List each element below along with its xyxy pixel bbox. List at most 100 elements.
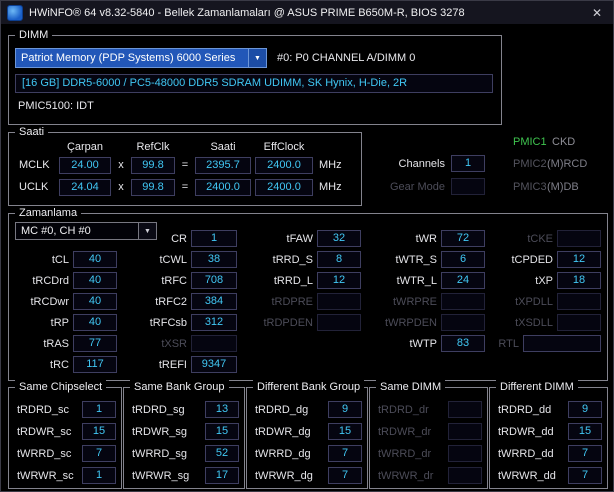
trdrd-sc-label: tRDRD_sc xyxy=(17,403,69,416)
tcpded-value: 12 xyxy=(557,251,601,268)
trdwr-dd-row: tRDWR_dd 15 xyxy=(496,423,602,440)
same-bank-group-rows: tRDRD_sg 13 tRDWR_sg 15 tWRRD_sg 52 tWRWR_s… xyxy=(130,401,239,484)
txsr-value xyxy=(191,335,237,352)
twtr-s-field: tWTR_S 6 xyxy=(369,251,485,268)
twrrd-sc-label: tWRRD_sc xyxy=(17,447,72,460)
twtp-label: tWTP xyxy=(409,337,438,350)
chevron-down-icon[interactable]: ▼ xyxy=(248,49,266,67)
col-header-effclock: EffClock xyxy=(263,140,305,153)
close-button[interactable]: ✕ xyxy=(589,6,605,20)
trdwr-sc-row: tRDWR_sc 15 xyxy=(15,423,116,440)
pmic1-label: PMIC1 xyxy=(513,136,547,148)
gear-mode-value xyxy=(451,178,485,195)
twtr-s-value: 6 xyxy=(441,251,485,268)
twrrd-dr-value xyxy=(448,445,482,462)
twtr-s-label: tWTR_S xyxy=(395,253,437,266)
different-dimm-rows: tRDRD_dd 9 tRDWR_dd 15 tWRRD_dd 7 tWRWR_dd 7 xyxy=(496,401,602,484)
tcwl-label: tCWL xyxy=(159,253,188,266)
trdwr-dr-label: tRDWR_dr xyxy=(378,425,432,438)
twrwr-dg-row: tWRWR_dg 7 xyxy=(253,467,362,484)
txsdll-value xyxy=(557,314,601,331)
twrwr-sc-row: tWRWR_sc 1 xyxy=(15,467,116,484)
rtl-value xyxy=(523,335,601,352)
tcwl-value: 38 xyxy=(191,251,237,268)
tfaw-field: tFAW 32 xyxy=(245,230,361,247)
trfc2-value: 384 xyxy=(191,293,237,310)
trdpre-label: tRDPRE xyxy=(271,295,313,308)
tcke-field: tCKE xyxy=(493,230,601,247)
different-bank-group-rows: tRDRD_dg 9 tRDWR_dg 15 tWRRD_dg 7 tWRWR_dg 7 xyxy=(253,401,362,484)
trc-field: tRC 117 xyxy=(21,356,117,373)
twrwr-dr-value xyxy=(448,467,482,484)
twrwr-dd-label: tWRWR_dd xyxy=(498,469,556,482)
trdwr-dr-row: tRDWR_dr xyxy=(376,423,482,440)
trfc2-field: tRFC2 384 xyxy=(125,293,237,310)
twrpden-value xyxy=(441,314,485,331)
trdpden-value xyxy=(317,314,361,331)
clocks-table: Çarpan RefClk Saati EffClock MCLK 24.00 … xyxy=(19,139,347,198)
uclk-multiplier-value: 24.04 xyxy=(59,178,111,196)
trdrd-dr-value xyxy=(448,401,482,418)
same-dimm-rows: tRDRD_dr tRDWR_dr tWRRD_dr tWRWR_dr xyxy=(376,401,482,484)
tcl-field: tCL 40 xyxy=(21,251,117,268)
twrrd-sc-value: 7 xyxy=(82,445,116,462)
cr-label: CR xyxy=(171,232,187,245)
twrrd-sg-row: tWRRD_sg 52 xyxy=(130,445,239,462)
hwinfo-window: HWiNFO® 64 v8.32-5840 - Bellek Zamanlama… xyxy=(0,0,614,492)
trdwr-dg-label: tRDWR_dg xyxy=(255,425,311,438)
uclk-clock-value: 2400.0 xyxy=(195,178,251,196)
trp-value: 40 xyxy=(73,314,117,331)
tcl-label: tCL xyxy=(51,253,69,266)
trdrd-dd-row: tRDRD_dd 9 xyxy=(496,401,602,418)
trdrd-dr-row: tRDRD_dr xyxy=(376,401,482,418)
trcdrd-label: tRCDrd xyxy=(32,274,69,287)
twrpden-field: tWRPDEN xyxy=(369,314,485,331)
trdwr-dd-label: tRDWR_dd xyxy=(498,425,554,438)
tras-field: tRAS 77 xyxy=(21,335,117,352)
dimm-slot-label: #0: P0 CHANNEL A/DIMM 0 xyxy=(277,52,416,64)
pmic2-label: PMIC2 xyxy=(513,158,547,170)
trcdrd-value: 40 xyxy=(73,272,117,289)
same-chipselect-group: Same Chipselect tRDRD_sc 1 tRDWR_sc 15 tWR… xyxy=(8,380,122,489)
channels-label: Channels xyxy=(398,158,445,170)
timings-group: Zamanlama MC #0, CH #0 ▼ CR 1 tFAW 32 tWR 7… xyxy=(8,206,608,381)
dimm-pmic-info: PMIC5100: IDT xyxy=(18,100,94,112)
pmic2-value: (M)RCD xyxy=(547,158,588,170)
trp-field: tRP 40 xyxy=(21,314,117,331)
trdwr-dr-value xyxy=(448,423,482,440)
trdrd-sc-row: tRDRD_sc 1 xyxy=(15,401,116,418)
trdwr-dg-value: 15 xyxy=(328,423,362,440)
clocks-group-title: Saati xyxy=(15,125,49,139)
trcdwr-value: 40 xyxy=(73,293,117,310)
same-dimm-title: Same DIMM xyxy=(376,380,446,394)
mclk-unit: MHz xyxy=(319,159,342,171)
trfc-label: tRFC xyxy=(161,274,187,287)
dimm-module-select[interactable]: Patriot Memory (PDP Systems) 6000 Series… xyxy=(15,48,267,68)
twrrd-sg-value: 52 xyxy=(205,445,239,462)
trdpden-label: tRDPDEN xyxy=(263,316,313,329)
twrwr-sg-value: 17 xyxy=(205,467,239,484)
txpdll-label: tXPDLL xyxy=(515,295,553,308)
trdwr-sg-row: tRDWR_sg 15 xyxy=(130,423,239,440)
twr-label: tWR xyxy=(415,232,437,245)
trcdwr-field: tRCDwr 40 xyxy=(21,293,117,310)
tcpded-label: tCPDED xyxy=(511,253,553,266)
twrwr-dd-row: tWRWR_dd 7 xyxy=(496,467,602,484)
tras-label: tRAS xyxy=(43,337,69,350)
twtp-value: 83 xyxy=(441,335,485,352)
trdrd-sg-value: 13 xyxy=(205,401,239,418)
trfcsb-value: 312 xyxy=(191,314,237,331)
twrwr-sg-label: tWRWR_sg xyxy=(132,469,190,482)
trdwr-sc-label: tRDWR_sc xyxy=(17,425,72,438)
titlebar[interactable]: HWiNFO® 64 v8.32-5840 - Bellek Zamanlama… xyxy=(1,1,613,24)
trcdwr-label: tRCDwr xyxy=(30,295,70,308)
uclk-times-sign: x xyxy=(118,181,124,193)
twtp-field: tWTP 83 xyxy=(369,335,485,352)
tras-value: 77 xyxy=(73,335,117,352)
trdwr-dg-row: tRDWR_dg 15 xyxy=(253,423,362,440)
twrwr-dd-value: 7 xyxy=(568,467,602,484)
uclk-unit: MHz xyxy=(319,181,342,193)
tcpded-field: tCPDED 12 xyxy=(493,251,601,268)
tfaw-label: tFAW xyxy=(286,232,313,245)
twrwr-dr-row: tWRWR_dr xyxy=(376,467,482,484)
